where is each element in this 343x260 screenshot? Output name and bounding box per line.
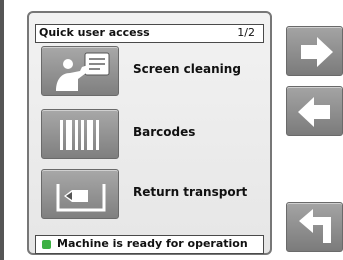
menu-item-barcodes[interactable]: Barcodes bbox=[41, 109, 261, 159]
menu-item-label: Screen cleaning bbox=[133, 62, 241, 76]
menu-item-screen-cleaning[interactable]: Screen cleaning bbox=[41, 46, 261, 96]
arrow-right-icon bbox=[301, 37, 333, 67]
back-button[interactable] bbox=[286, 202, 343, 252]
barcode-icon[interactable] bbox=[41, 109, 119, 159]
status-text: Machine is ready for operation bbox=[57, 237, 248, 250]
quick-user-access-panel: Quick user access 1/2 Screen cleaning Ba… bbox=[27, 11, 272, 255]
return-arrow-icon bbox=[299, 209, 331, 243]
next-page-button[interactable] bbox=[286, 26, 343, 76]
panel-title: Quick user access bbox=[39, 26, 150, 39]
arrow-left-icon bbox=[298, 97, 330, 127]
menu-item-return-transport[interactable]: Return transport bbox=[41, 169, 261, 219]
return-transport-icon[interactable] bbox=[41, 169, 119, 219]
menu-item-label: Barcodes bbox=[133, 125, 196, 139]
previous-page-button[interactable] bbox=[286, 86, 343, 136]
panel-header: Quick user access 1/2 bbox=[35, 24, 264, 43]
status-indicator-icon bbox=[42, 240, 51, 249]
status-bar: Machine is ready for operation bbox=[35, 235, 264, 254]
menu-item-label: Return transport bbox=[133, 185, 248, 199]
screen-cleaning-icon[interactable] bbox=[41, 46, 119, 96]
left-edge-divider bbox=[0, 0, 4, 260]
page-indicator: 1/2 bbox=[237, 26, 255, 39]
